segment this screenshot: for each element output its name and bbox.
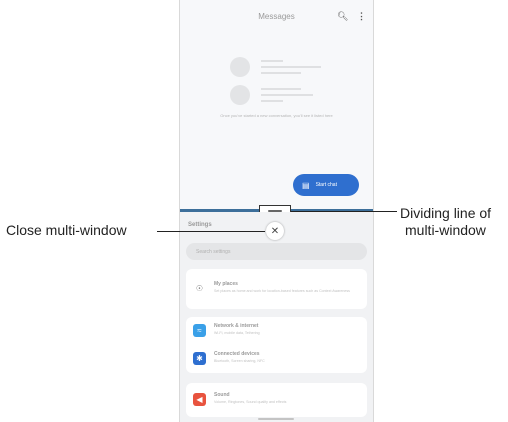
placeholder-line — [261, 88, 301, 90]
item-title: Sound — [214, 392, 230, 398]
item-subtitle: Volume, Ringtones, Sound quality and eff… — [214, 400, 287, 404]
conversation-placeholder — [230, 57, 340, 77]
close-multi-window-callout: Close multi-window — [6, 222, 127, 238]
divider-callout-line1: Dividing line of — [400, 205, 492, 221]
placeholder-line — [261, 66, 321, 68]
empty-state-text: Once you've started a new conversation, … — [220, 113, 333, 118]
start-chat-label: Start chat — [315, 182, 337, 188]
settings-card: ☉ My places Set places as home and work … — [186, 269, 367, 309]
location-pin-icon: ☉ — [195, 284, 204, 293]
settings-item-network[interactable]: ≈ Network & internet Wi-Fi, mobile data,… — [186, 317, 367, 345]
settings-window: Settings Search settings ☉ My places Set… — [180, 212, 373, 422]
search-settings-input[interactable]: Search settings — [186, 243, 367, 260]
item-title: My places — [214, 281, 238, 287]
item-title: Network & internet — [214, 323, 259, 329]
settings-card: ◀ Sound Volume, Ringtones, Sound quality… — [186, 383, 367, 417]
conversation-placeholder — [230, 85, 340, 105]
item-title: Connected devices — [214, 351, 260, 357]
settings-item-my-places[interactable]: ☉ My places Set places as home and work … — [186, 275, 367, 303]
chat-icon: ▤ — [302, 180, 310, 190]
sound-icon: ◀ — [193, 393, 206, 406]
divider-callout-line2: multi-window — [405, 222, 486, 238]
close-multi-window-button[interactable]: ✕ — [266, 222, 284, 240]
placeholder-line — [261, 94, 313, 96]
messages-window: Messages 🔍︎ ⋮ Once you've started a new … — [180, 0, 373, 210]
item-subtitle: Wi-Fi, mobile data, Tethering — [214, 331, 260, 335]
item-subtitle: Bluetooth, Screen sharing, NFC — [214, 359, 265, 363]
avatar — [230, 85, 250, 105]
search-icon[interactable]: 🔍︎ — [337, 11, 348, 22]
settings-card: ≈ Network & internet Wi-Fi, mobile data,… — [186, 317, 367, 373]
avatar — [230, 57, 250, 77]
item-subtitle: Set places as home and work for location… — [214, 289, 350, 293]
settings-item-sound[interactable]: ◀ Sound Volume, Ringtones, Sound quality… — [186, 386, 367, 414]
placeholder-line — [261, 60, 283, 62]
start-chat-button[interactable]: ▤ Start chat — [293, 174, 359, 196]
settings-item-connected-devices[interactable]: ✱ Connected devices Bluetooth, Screen sh… — [186, 345, 367, 373]
bluetooth-icon: ✱ — [193, 352, 206, 365]
navigation-pill[interactable] — [258, 418, 294, 420]
wifi-icon: ≈ — [193, 324, 206, 337]
close-icon: ✕ — [270, 225, 280, 237]
more-vert-icon[interactable]: ⋮ — [357, 11, 366, 22]
divider-leader-line — [291, 211, 397, 212]
placeholder-line — [261, 100, 283, 102]
placeholder-line — [261, 72, 301, 74]
close-leader-line — [157, 231, 265, 232]
settings-title: Settings — [188, 222, 212, 228]
